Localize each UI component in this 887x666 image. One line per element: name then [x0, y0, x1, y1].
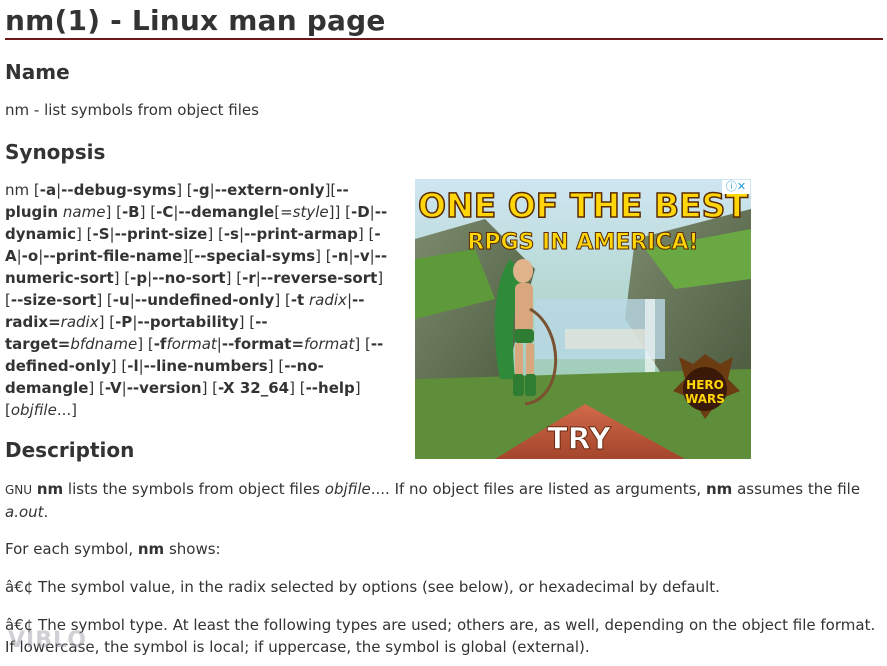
- ad-headline-2: RPGS IN AMERICA!: [467, 230, 698, 255]
- ad-cta-try: TRY: [547, 422, 612, 457]
- watermark-logo: VIBLO: [8, 628, 87, 653]
- hero-wars-logo-line1: HERO: [686, 378, 724, 392]
- heading-description: Description: [5, 438, 135, 462]
- synopsis-text: nm [-a|--debug-syms] [-g|--extern-only][…: [5, 181, 388, 419]
- heading-synopsis: Synopsis: [5, 140, 106, 164]
- heading-name: Name: [5, 60, 70, 84]
- adchoices-icon[interactable]: ⓘ: [726, 180, 737, 193]
- name-text: nm - list symbols from object files: [5, 101, 259, 119]
- description-para-3: â€¢ The symbol value, in the radix selec…: [5, 578, 720, 596]
- advertisement-banner[interactable]: ONE OF THE BEST RPGS IN AMERICA! HERO WA…: [415, 179, 751, 459]
- ad-controls[interactable]: ⓘ✕: [722, 180, 750, 194]
- page-title: nm(1) - Linux man page: [5, 0, 883, 40]
- close-icon[interactable]: ✕: [737, 180, 746, 193]
- ad-headline-1: ONE OF THE BEST: [418, 186, 748, 225]
- description-para-1: GNU nm lists the symbols from object fil…: [5, 480, 861, 521]
- ad-artwork: ONE OF THE BEST RPGS IN AMERICA! HERO WA…: [415, 179, 751, 459]
- hero-wars-logo-line2: WARS: [685, 392, 725, 406]
- man-page: nm(1) - Linux man page Name nm - list sy…: [5, 0, 883, 656]
- description-para-2: For each symbol, nm shows:: [5, 540, 221, 558]
- description-para-4: â€¢ The symbol type. At least the follow…: [5, 616, 876, 656]
